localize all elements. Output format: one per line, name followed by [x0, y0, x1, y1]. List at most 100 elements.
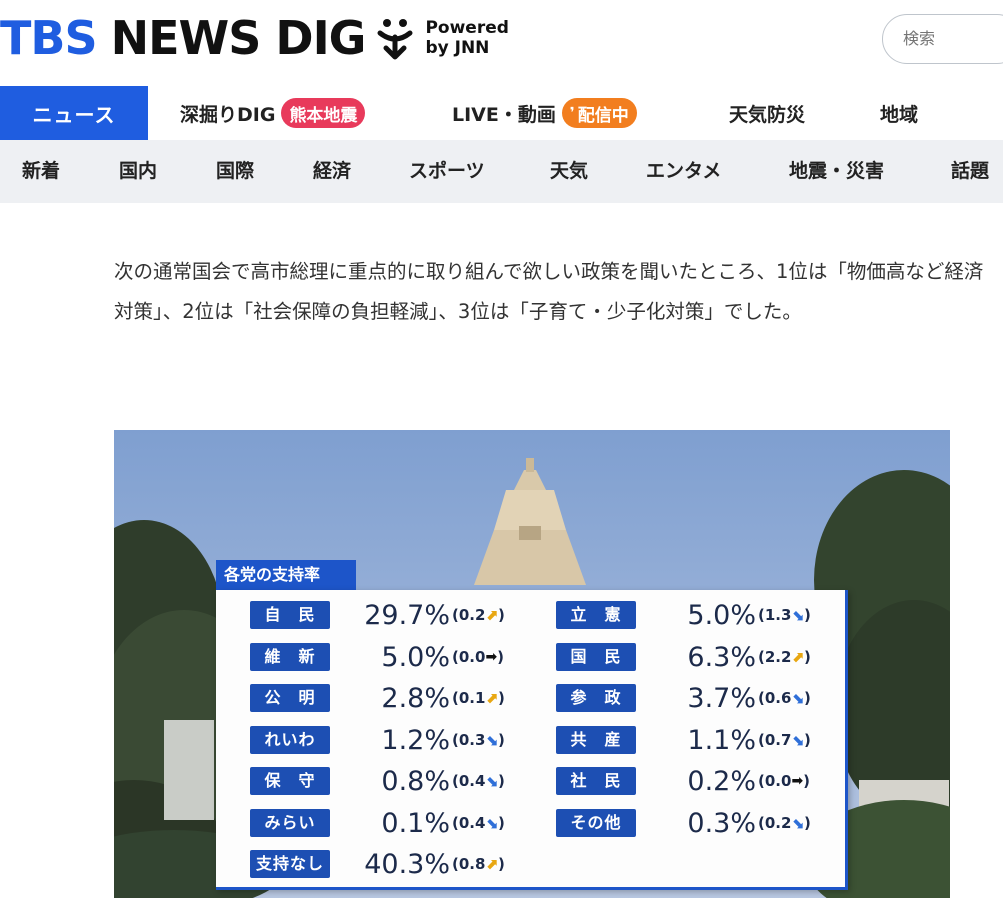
arrow-right-icon: ➡	[485, 649, 498, 665]
search-box[interactable]	[882, 14, 1003, 64]
rating-percent: 1.1%	[687, 724, 756, 756]
approval-rating-panel: 自 民 29.7% (0.2 ⬈) 維 新 5.0% (0.0 ➡) 公 明 2.8…	[216, 590, 848, 890]
arrow-down-icon: ⬊	[485, 772, 499, 790]
panel-title: 各党の支持率	[216, 560, 356, 590]
site-header: TBS NEWS DIG Powered by JNN	[0, 0, 1003, 86]
live-streaming-badge[interactable]: ❜ 配信中	[561, 98, 637, 128]
arrow-right-icon: ➡	[791, 773, 804, 789]
logo-news-dig: NEWS DIG	[110, 11, 367, 65]
rating-percent: 2.8%	[381, 682, 450, 714]
rating-row-no-support: 支持なし 40.3% (0.8 ⬈)	[250, 847, 505, 881]
rating-row-other: その他 0.3% (0.2 ⬊)	[556, 806, 811, 840]
arrow-down-icon: ⬊	[791, 731, 805, 749]
change-value: 0.8	[458, 855, 486, 873]
nav-weather-disaster[interactable]: 天気防災	[729, 86, 805, 140]
arrow-down-icon: ⬊	[791, 689, 805, 707]
primary-nav: ニュース 深掘りDIG 熊本地震 LIVE・動画 ❜ 配信中 天気防災 地域	[0, 86, 1003, 140]
nav-news-label: ニュース	[32, 102, 116, 127]
party-label: 社 民	[556, 767, 636, 795]
category-economy[interactable]: 経済	[313, 140, 351, 203]
change-value: 0.1	[458, 689, 486, 707]
rating-percent: 0.8%	[381, 765, 450, 797]
category-domestic[interactable]: 国内	[119, 140, 157, 203]
rating-percent: 29.7%	[364, 599, 450, 631]
rating-percent: 0.2%	[687, 765, 756, 797]
rating-change: (1.3 ⬊)	[758, 606, 811, 624]
rating-percent: 40.3%	[364, 848, 450, 880]
arrow-down-icon: ⬊	[485, 731, 499, 749]
rating-row-sdp: 社 民 0.2% (0.0 ➡)	[556, 764, 810, 798]
arrow-down-icon: ⬊	[791, 814, 805, 832]
category-international[interactable]: 国際	[216, 140, 254, 203]
category-latest[interactable]: 新着	[22, 140, 60, 203]
powered-by-jnn: Powered by JNN	[425, 18, 508, 58]
nav-region[interactable]: 地域	[880, 86, 918, 140]
rating-change: (2.2 ⬈)	[758, 648, 811, 666]
rating-change: (0.2 ⬈)	[452, 606, 505, 624]
category-weather[interactable]: 天気	[550, 140, 588, 203]
nav-region-label: 地域	[880, 103, 919, 126]
nav-live-label: LIVE・動画	[452, 103, 556, 126]
rating-percent: 0.3%	[687, 807, 756, 839]
rating-row-hoshu: 保 守 0.8% (0.4 ⬊)	[250, 764, 505, 798]
arrow-down-icon: ⬊	[485, 814, 499, 832]
live-badge-label: 配信中	[577, 105, 629, 126]
change-value: 0.3	[458, 731, 486, 749]
nav-news[interactable]: ニュース	[0, 86, 148, 140]
arrow-up-icon: ⬈	[485, 855, 499, 873]
rating-percent: 3.7%	[687, 682, 756, 714]
change-value: 0.2	[458, 606, 486, 624]
logo-tbs: TBS	[0, 11, 98, 65]
rating-row-sanseito: 参 政 3.7% (0.6 ⬊)	[556, 681, 811, 715]
party-label: 保 守	[250, 767, 330, 795]
party-label: 自 民	[250, 601, 330, 629]
change-value: 2.2	[764, 648, 792, 666]
party-label: その他	[556, 809, 636, 837]
party-label: 維 新	[250, 643, 330, 671]
rating-percent: 5.0%	[687, 599, 756, 631]
rating-row-ldp: 自 民 29.7% (0.2 ⬈)	[250, 598, 505, 632]
party-label: 支持なし	[250, 850, 330, 878]
category-topics[interactable]: 話題	[951, 140, 989, 203]
rating-row-mirai: みらい 0.1% (0.4 ⬊)	[250, 806, 505, 840]
party-label: 参 政	[556, 684, 636, 712]
rating-row-jcp: 共 産 1.1% (0.7 ⬊)	[556, 723, 811, 757]
rating-change: (0.6 ⬊)	[758, 689, 811, 707]
kumamoto-earthquake-badge[interactable]: 熊本地震	[281, 98, 366, 128]
change-value: 0.6	[764, 689, 792, 707]
category-entertainment[interactable]: エンタメ	[646, 140, 721, 203]
site-logo[interactable]: TBS NEWS DIG Powered by JNN	[0, 10, 509, 66]
party-label: れいわ	[250, 726, 330, 754]
rating-change: (0.2 ⬊)	[758, 814, 811, 832]
party-label: 国 民	[556, 643, 636, 671]
rating-row-komei: 公 明 2.8% (0.1 ⬈)	[250, 681, 505, 715]
nav-live-video[interactable]: LIVE・動画 ❜ 配信中	[452, 86, 637, 140]
change-value: 0.0	[764, 772, 792, 790]
change-value: 0.7	[764, 731, 792, 749]
rating-change: (0.3 ⬊)	[452, 731, 505, 749]
change-value: 0.2	[764, 814, 792, 832]
dig-mark-icon	[375, 15, 415, 61]
category-earthquake-disaster[interactable]: 地震・災害	[789, 140, 884, 203]
category-sports[interactable]: スポーツ	[409, 140, 485, 203]
change-value: 0.0	[458, 648, 486, 666]
rating-change: (0.4 ⬊)	[452, 814, 505, 832]
rating-change: (0.0 ➡)	[452, 648, 505, 666]
change-value: 0.4	[458, 772, 486, 790]
rating-change: (0.8 ⬈)	[452, 855, 505, 873]
rating-percent: 6.3%	[687, 641, 756, 673]
party-label: 共 産	[556, 726, 636, 754]
live-marker-icon: ❜	[569, 105, 575, 121]
powered-line-2: by JNN	[425, 38, 490, 58]
arrow-down-icon: ⬊	[791, 606, 805, 624]
arrow-up-icon: ⬈	[485, 606, 499, 624]
change-value: 0.4	[458, 814, 486, 832]
rating-change: (0.1 ⬈)	[452, 689, 505, 707]
nav-weather-label: 天気防災	[729, 103, 806, 126]
change-value: 1.3	[764, 606, 792, 624]
nav-fukabori-dig[interactable]: 深掘りDIG 熊本地震	[180, 86, 366, 140]
rating-row-cdp: 立 憲 5.0% (1.3 ⬊)	[556, 598, 811, 632]
search-input[interactable]	[903, 29, 993, 48]
party-label: みらい	[250, 809, 330, 837]
powered-line-1: Powered	[425, 18, 509, 38]
